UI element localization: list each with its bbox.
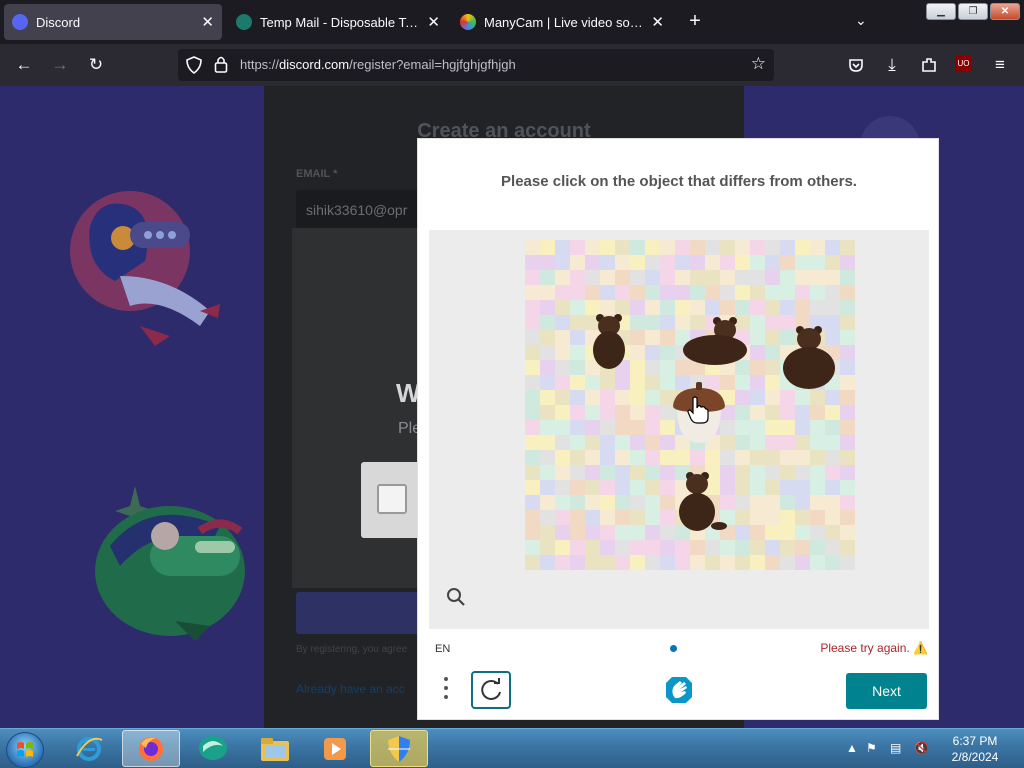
windows-logo-icon — [17, 742, 33, 757]
pocket-icon[interactable] — [848, 57, 864, 73]
tab-title: ManyCam | Live video software — [484, 14, 643, 30]
challenge-progress-dot — [670, 645, 677, 652]
chat-bubble-icon — [199, 735, 227, 760]
taskbar-media-player[interactable] — [306, 730, 364, 767]
close-icon[interactable]: ✕ — [651, 13, 664, 31]
extensions-icon[interactable] — [920, 56, 938, 74]
firefox-icon — [139, 736, 163, 761]
close-window-button[interactable]: ✕ — [990, 3, 1020, 20]
bear-object[interactable] — [781, 324, 837, 390]
reload-icon[interactable]: ↻ — [84, 54, 108, 76]
error-message: Please try again. ⚠️ — [820, 641, 928, 655]
more-options-icon[interactable] — [443, 677, 449, 703]
clock-date: 2/8/2024 — [951, 750, 999, 764]
bear-object[interactable] — [591, 312, 627, 370]
media-player-icon — [324, 737, 346, 760]
browser-nav-bar: ← → ↻ https://discord.com/register?email… — [0, 44, 1024, 86]
taskbar-firefox[interactable] — [122, 730, 180, 767]
folder-icon — [261, 737, 289, 761]
screen: Discord ✕ Temp Mail - Disposable Tempo ✕… — [0, 0, 1024, 768]
next-button[interactable]: Next — [846, 673, 927, 709]
refresh-icon — [481, 678, 501, 700]
hcaptcha-logo-icon — [666, 677, 692, 703]
tab-title: Discord — [36, 14, 81, 30]
challenge-image-panel — [429, 230, 929, 629]
taskbar-internet-explorer[interactable] — [60, 730, 118, 767]
minimize-button[interactable]: ▁ — [926, 3, 956, 20]
refresh-challenge-button[interactable] — [471, 671, 511, 709]
downloads-icon[interactable]: ⤓ — [880, 54, 904, 76]
start-button[interactable] — [6, 732, 44, 768]
zoom-icon[interactable] — [446, 587, 466, 607]
action-center-flag-icon[interactable]: ⚑ — [866, 741, 877, 755]
new-tab-button[interactable]: + — [684, 10, 706, 33]
taskbar-app-globe[interactable] — [184, 730, 242, 767]
challenge-image[interactable] — [525, 240, 855, 570]
browser-tab-bar: Discord ✕ Temp Mail - Disposable Tempo ✕… — [0, 0, 1024, 44]
back-icon[interactable]: ← — [12, 54, 36, 76]
show-hidden-icons[interactable]: ▲ — [846, 741, 858, 755]
email-value: sihik33610@opr — [306, 202, 408, 218]
bookmark-star-icon[interactable]: ☆ — [751, 54, 766, 74]
language-selector[interactable]: EN — [435, 643, 450, 655]
tab-discord[interactable]: Discord ✕ — [4, 4, 222, 40]
temp-mail-icon — [236, 14, 252, 30]
taskbar-explorer[interactable] — [246, 730, 304, 767]
close-icon[interactable]: ✕ — [201, 13, 214, 31]
manycam-icon — [460, 14, 476, 30]
bear-object[interactable] — [675, 470, 727, 532]
clock-time: 6:37 PM — [952, 734, 998, 748]
challenge-prompt: Please click on the object that differs … — [501, 173, 857, 190]
ublock-origin-icon[interactable]: UO — [955, 55, 972, 72]
close-icon[interactable]: ✕ — [427, 13, 440, 31]
illustration-girl — [70, 191, 220, 346]
tab-temp-mail[interactable]: Temp Mail - Disposable Tempo ✕ — [228, 4, 448, 40]
network-icon[interactable]: ▤ — [890, 741, 901, 755]
tab-title: Temp Mail - Disposable Tempo — [260, 14, 419, 30]
lock-icon[interactable] — [214, 55, 228, 73]
discord-icon — [12, 14, 28, 30]
hcaptcha-checkbox[interactable] — [377, 484, 407, 514]
app-menu-icon[interactable]: ≡ — [988, 54, 1012, 76]
restore-button[interactable]: ❐ — [958, 3, 988, 20]
address-bar[interactable]: https://discord.com/register?email=hgjfg… — [178, 49, 774, 81]
internet-explorer-icon — [76, 736, 103, 761]
hcaptcha-challenge: Please click on the object that differs … — [417, 138, 939, 720]
list-all-tabs-icon[interactable]: ⌄ — [855, 12, 867, 29]
bear-object[interactable] — [681, 316, 749, 366]
login-link[interactable]: Already have an acc — [296, 682, 405, 696]
uac-shield-icon — [388, 735, 410, 762]
illustration-creature — [95, 486, 245, 641]
volume-muted-icon[interactable]: 🔇 — [914, 741, 929, 755]
tab-manycam[interactable]: ManyCam | Live video software ✕ — [452, 4, 672, 40]
system-clock[interactable]: 6:37 PM 2/8/2024 — [940, 733, 1010, 765]
forward-icon[interactable]: → — [48, 54, 72, 76]
tracking-protection-icon[interactable] — [186, 56, 202, 74]
windows-taskbar: ▲ ⚑ ▤ 🔇 6:37 PM 2/8/2024 — [0, 728, 1024, 768]
email-label: EMAIL * — [296, 168, 338, 180]
url-text: https://discord.com/register?email=hgjfg… — [240, 57, 516, 72]
hand-cursor-icon — [687, 396, 709, 424]
terms-text: By registering, you agree — [296, 644, 408, 655]
taskbar-security[interactable] — [370, 730, 428, 767]
